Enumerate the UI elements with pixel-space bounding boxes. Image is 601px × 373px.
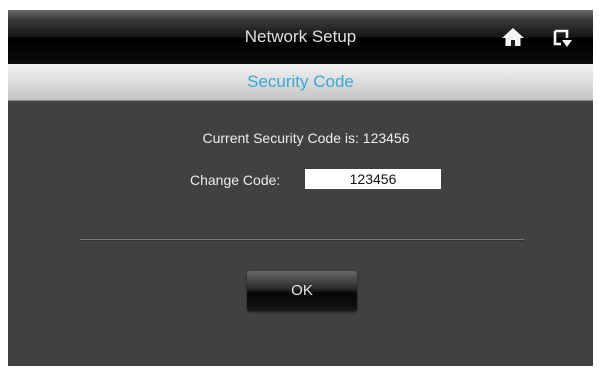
home-icon[interactable] (501, 27, 525, 47)
divider (80, 239, 524, 241)
current-code-text: Current Security Code is: 123456 (202, 130, 410, 146)
section-header: Security Code (8, 64, 593, 101)
change-code-label: Change Code: (190, 172, 281, 188)
back-icon[interactable] (552, 27, 574, 49)
ok-button[interactable]: OK (247, 271, 357, 311)
change-code-input[interactable] (305, 169, 441, 189)
device-screen: Network Setup Security Code Current Secu… (8, 10, 593, 366)
title-bar: Network Setup (8, 10, 593, 64)
section-title: Security Code (247, 72, 354, 91)
